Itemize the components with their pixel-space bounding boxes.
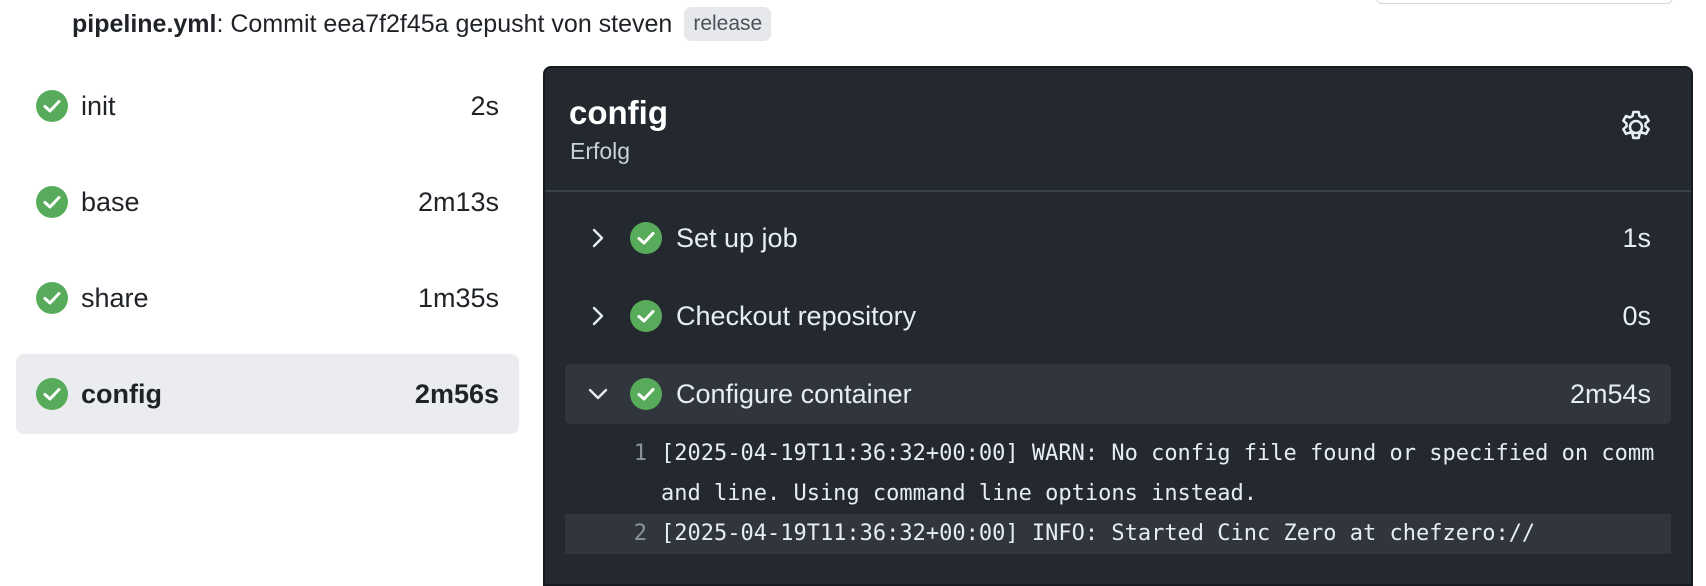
chevron-right-icon	[592, 306, 604, 326]
job-item-base[interactable]: base 2m13s	[16, 162, 519, 242]
line-number[interactable]: 2	[565, 514, 661, 554]
step-name: Configure container	[676, 378, 912, 409]
log-line[interactable]: 1 [2025-04-19T11:36:32+00:00] WARN: No c…	[565, 434, 1671, 514]
gear-icon[interactable]	[1617, 108, 1655, 146]
chevron-down-icon	[588, 388, 608, 400]
panel-title: config	[569, 94, 668, 131]
job-list: init 2s base 2m13s share 1m35s config 2m…	[16, 66, 519, 450]
panel-header: config Erfolg	[545, 68, 1691, 192]
job-duration: 1m35s	[417, 282, 499, 313]
job-status: Erfolg	[570, 138, 631, 164]
branch-badge[interactable]: release	[684, 7, 772, 41]
job-item-config[interactable]: config 2m56s	[16, 354, 519, 434]
log-text: [2025-04-19T11:36:32+00:00] WARN: No con…	[661, 441, 1655, 506]
step-configure-container[interactable]: Configure container 2m54s	[565, 364, 1671, 424]
step-name: Set up job	[676, 222, 798, 253]
job-name: share	[81, 282, 149, 313]
check-circle-icon	[630, 378, 662, 410]
step-duration: 0s	[1622, 300, 1651, 331]
job-duration: 2s	[470, 90, 499, 121]
step-duration: 1s	[1622, 222, 1651, 253]
check-circle-icon	[36, 282, 68, 314]
log-line[interactable]: 2 [2025-04-19T11:36:32+00:00] INFO: Star…	[565, 514, 1671, 554]
check-circle-icon	[630, 300, 662, 332]
log-text: [2025-04-19T11:36:32+00:00] INFO: Starte…	[661, 521, 1536, 546]
step-set-up-job[interactable]: Set up job 1s	[565, 208, 1671, 268]
check-circle-icon	[36, 378, 68, 410]
search-input[interactable]	[1376, 0, 1673, 4]
line-number[interactable]: 1	[565, 434, 661, 514]
job-item-share[interactable]: share 1m35s	[16, 258, 519, 338]
check-circle-icon	[36, 90, 68, 122]
workflow-file-name: pipeline.yml	[72, 9, 217, 38]
job-log-panel: config Erfolg Set up job 1s Checkout rep…	[543, 66, 1693, 586]
step-duration: 2m54s	[1569, 378, 1651, 409]
log-output: 1 [2025-04-19T11:36:32+00:00] WARN: No c…	[545, 434, 1691, 554]
commit-info: : Commit eea7f2f45a gepusht von steven	[216, 9, 673, 38]
job-name: config	[81, 378, 162, 409]
job-item-init[interactable]: init 2s	[16, 66, 519, 146]
check-circle-icon	[36, 186, 68, 218]
chevron-right-icon	[592, 228, 604, 248]
check-circle-icon	[630, 222, 662, 254]
job-duration: 2m56s	[414, 378, 499, 409]
job-name: init	[81, 90, 116, 121]
step-checkout-repository[interactable]: Checkout repository 0s	[565, 286, 1671, 346]
step-name: Checkout repository	[676, 300, 917, 331]
run-header: pipeline.yml: Commit eea7f2f45a gepusht …	[72, 4, 772, 44]
job-name: base	[81, 186, 140, 217]
job-duration: 2m13s	[417, 186, 499, 217]
step-list: Set up job 1s Checkout repository 0s Con…	[545, 208, 1691, 424]
